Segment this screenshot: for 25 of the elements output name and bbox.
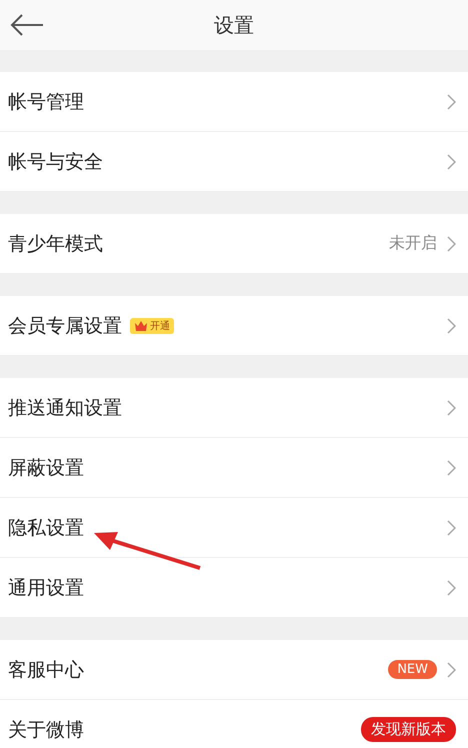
item-label: 青少年模式: [8, 232, 103, 256]
chevron-icon: [447, 580, 456, 596]
new-badge: NEW: [388, 660, 437, 679]
update-badge: 发现新版本: [361, 717, 456, 742]
item-label: 通用设置: [8, 576, 84, 600]
chevron-icon: [447, 236, 456, 252]
vip-badge: 开通: [130, 318, 174, 334]
item-label: 隐私设置: [8, 516, 84, 540]
chevron-icon: [447, 662, 456, 678]
chevron-icon: [447, 400, 456, 416]
status-text: 未开启: [389, 233, 437, 254]
item-label: 帐号与安全: [8, 150, 103, 174]
item-label: 会员专属设置: [8, 314, 122, 338]
page-title: 设置: [214, 12, 254, 38]
item-label: 帐号管理: [8, 90, 84, 114]
item-label: 屏蔽设置: [8, 456, 84, 480]
chevron-icon: [447, 94, 456, 110]
chevron-icon: [447, 460, 456, 476]
chevron-icon: [447, 520, 456, 536]
back-icon[interactable]: [10, 14, 44, 36]
chevron-icon: [447, 318, 456, 334]
item-label: 推送通知设置: [8, 396, 122, 420]
chevron-icon: [447, 154, 456, 170]
item-label: 客服中心: [8, 658, 84, 682]
item-label: 关于微博: [8, 718, 84, 742]
